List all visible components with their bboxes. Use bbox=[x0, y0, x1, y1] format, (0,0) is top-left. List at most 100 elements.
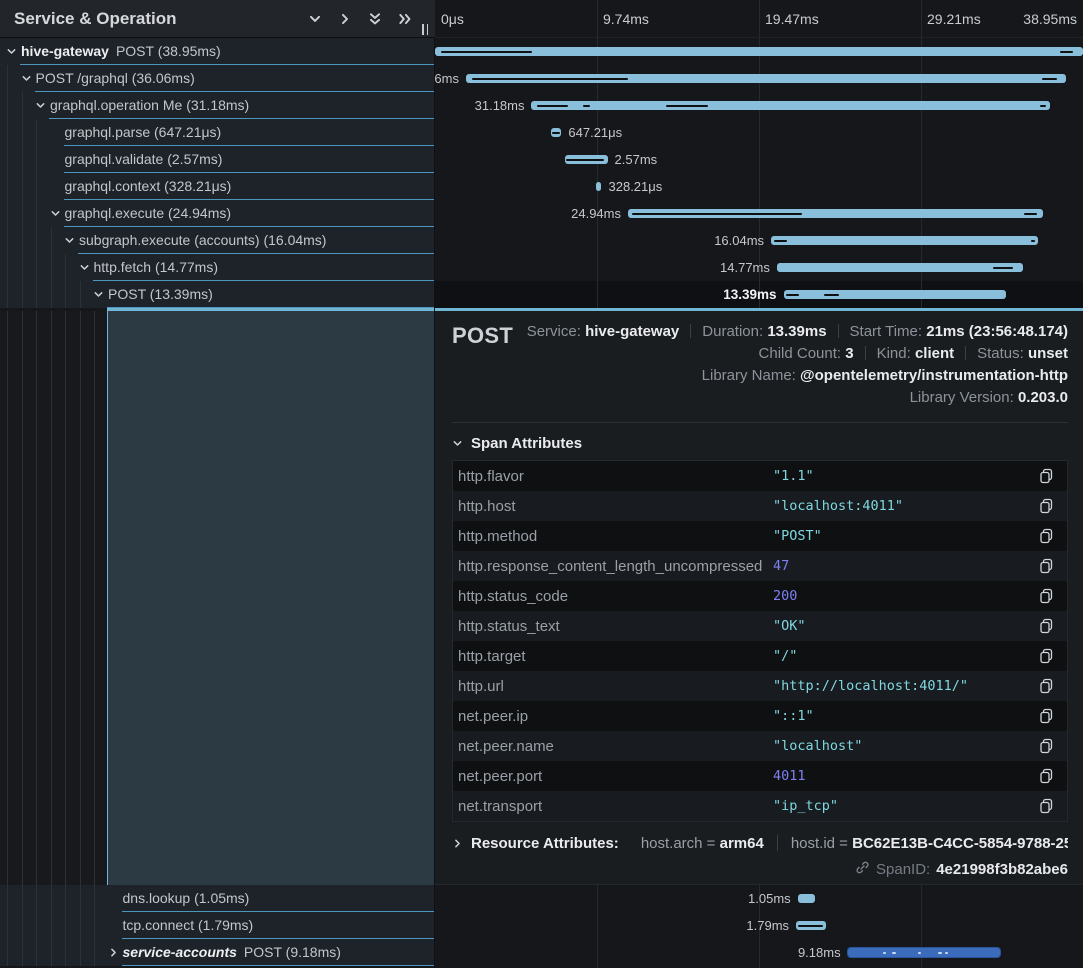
attribute-key: http.response_content_length_uncompresse… bbox=[453, 558, 773, 575]
span-name-cell[interactable]: POST (13.39ms) bbox=[0, 281, 434, 308]
chevron-down-icon[interactable] bbox=[64, 235, 75, 246]
span-name-cell[interactable]: tcp.connect (1.79ms) bbox=[0, 912, 434, 939]
indent-guide bbox=[65, 885, 66, 912]
row-underline bbox=[122, 965, 435, 966]
indent-guide bbox=[22, 885, 23, 912]
span-name-cell[interactable]: hive-gatewayPOST (38.95ms) bbox=[0, 38, 434, 65]
span-attributes-heading: Span Attributes bbox=[471, 435, 582, 452]
copy-icon[interactable] bbox=[1039, 678, 1054, 694]
span-bar[interactable] bbox=[565, 155, 608, 164]
span-bar[interactable] bbox=[777, 263, 1023, 272]
span-name-cell[interactable]: dns.lookup (1.05ms) bbox=[0, 885, 434, 912]
link-icon[interactable] bbox=[855, 860, 870, 879]
span-bar[interactable] bbox=[796, 921, 826, 930]
chevron-down-icon[interactable] bbox=[93, 289, 104, 300]
indent-guide bbox=[22, 119, 23, 146]
span-name-cell[interactable]: graphql.context (328.21μs) bbox=[0, 173, 434, 200]
copy-icon[interactable] bbox=[1039, 648, 1054, 664]
span-bar[interactable] bbox=[798, 894, 815, 903]
child-span-marker bbox=[993, 267, 1013, 269]
indent-guide bbox=[36, 254, 37, 281]
span-bar[interactable] bbox=[551, 128, 562, 137]
child-span-marker bbox=[1060, 51, 1073, 53]
meta-label: Duration: bbox=[702, 323, 767, 340]
span-duration-label: 2.57ms bbox=[615, 146, 658, 173]
child-span-marker bbox=[666, 105, 707, 107]
span-name-cell[interactable]: http.fetch (14.77ms) bbox=[0, 254, 434, 281]
attribute-value: 47 bbox=[773, 558, 1039, 574]
span-meta: Service: hive-gatewayDuration: 13.39msSt… bbox=[452, 321, 1068, 409]
child-span-marker bbox=[632, 213, 802, 215]
span-bar[interactable] bbox=[435, 47, 1083, 56]
attribute-value: 200 bbox=[773, 588, 1039, 604]
copy-icon[interactable] bbox=[1039, 798, 1054, 814]
ruler-tick-label: 0μs bbox=[441, 0, 464, 38]
span-bar[interactable] bbox=[784, 290, 1007, 299]
span-name-cell[interactable]: POST /graphql (36.06ms) bbox=[0, 65, 434, 92]
child-span-marker bbox=[552, 132, 560, 134]
indent-guide bbox=[22, 92, 23, 119]
span-name-cell[interactable]: subgraph.execute (accounts) (16.04ms) bbox=[0, 227, 434, 254]
resource-attributes-toggle[interactable]: Resource Attributes: host.arch = arm64ho… bbox=[452, 835, 1068, 852]
attribute-row: http.flavor"1.1" bbox=[453, 461, 1067, 491]
copy-icon[interactable] bbox=[1039, 498, 1054, 514]
span-attributes-toggle[interactable]: Span Attributes bbox=[452, 435, 1068, 452]
chevron-down-icon[interactable] bbox=[308, 12, 322, 26]
span-duration-label: 31.18ms bbox=[475, 92, 525, 119]
chevron-down-icon[interactable] bbox=[21, 73, 32, 84]
span-name-label: POST /graphql (36.06ms) bbox=[36, 65, 195, 92]
meta-label: Service: bbox=[527, 323, 585, 340]
span-bar-cell: 2.57ms bbox=[435, 146, 1083, 173]
span-name-cell[interactable]: graphql.execute (24.94ms) bbox=[0, 200, 434, 227]
chevron-down-icon[interactable] bbox=[50, 208, 61, 219]
chevron-right-icon[interactable] bbox=[108, 947, 119, 958]
span-meta-line: Child Count: 3Kind: clientStatus: unset bbox=[452, 343, 1068, 365]
indent-guide bbox=[22, 254, 23, 281]
indent-guide bbox=[65, 912, 66, 939]
copy-icon[interactable] bbox=[1039, 528, 1054, 544]
span-name-cell[interactable]: service-accountsPOST (9.18ms) bbox=[0, 939, 434, 966]
span-name-label: POST (13.39ms) bbox=[108, 281, 213, 308]
chevron-down-icon[interactable] bbox=[35, 100, 46, 111]
span-bar[interactable] bbox=[466, 74, 1066, 83]
attribute-key: http.host bbox=[453, 498, 773, 515]
span-name-cell[interactable]: graphql.operation Me (31.18ms) bbox=[0, 92, 434, 119]
attribute-key: http.status_text bbox=[453, 618, 773, 635]
child-span-marker bbox=[583, 105, 589, 107]
copy-icon[interactable] bbox=[1039, 618, 1054, 634]
span-bar[interactable] bbox=[771, 236, 1038, 245]
copy-icon[interactable] bbox=[1039, 768, 1054, 784]
span-bar[interactable] bbox=[628, 209, 1043, 218]
copy-icon[interactable] bbox=[1039, 558, 1054, 574]
child-span-marker bbox=[1024, 213, 1036, 215]
span-duration-label: 16.04ms bbox=[714, 227, 764, 254]
span-bar-cell: 24.94ms bbox=[435, 200, 1083, 227]
indent-guide bbox=[7, 939, 8, 966]
span-bar-cell: 16.04ms bbox=[435, 227, 1083, 254]
span-bar[interactable] bbox=[596, 182, 601, 191]
double-chevron-right-icon[interactable] bbox=[398, 12, 412, 26]
copy-icon[interactable] bbox=[1039, 738, 1054, 754]
copy-icon[interactable] bbox=[1039, 468, 1054, 484]
double-chevron-down-icon[interactable] bbox=[368, 12, 382, 26]
span-bar[interactable] bbox=[531, 101, 1050, 110]
meta-label: Library Name: bbox=[702, 367, 800, 384]
meta-label: Status: bbox=[977, 345, 1028, 362]
copy-icon[interactable] bbox=[1039, 588, 1054, 604]
span-bar[interactable] bbox=[848, 948, 1001, 957]
span-name-cell[interactable]: graphql.parse (647.21μs) bbox=[0, 119, 434, 146]
indent-guide bbox=[36, 885, 37, 912]
span-name-cell[interactable]: graphql.validate (2.57ms) bbox=[0, 146, 434, 173]
column-resize-grip[interactable] bbox=[422, 24, 430, 35]
chevron-down-icon[interactable] bbox=[6, 46, 17, 57]
chevron-right-icon[interactable] bbox=[338, 12, 352, 26]
chevron-down-icon[interactable] bbox=[79, 262, 90, 273]
resource-separator bbox=[777, 835, 778, 851]
attribute-row: net.transport"ip_tcp" bbox=[453, 791, 1067, 821]
copy-icon[interactable] bbox=[1039, 708, 1054, 724]
span-bar-cell: 36.06ms bbox=[435, 65, 1083, 92]
meta-separator bbox=[838, 324, 839, 338]
indent-guide bbox=[36, 173, 37, 200]
chevron-right-icon bbox=[452, 838, 463, 849]
attribute-row: http.host"localhost:4011" bbox=[453, 491, 1067, 521]
